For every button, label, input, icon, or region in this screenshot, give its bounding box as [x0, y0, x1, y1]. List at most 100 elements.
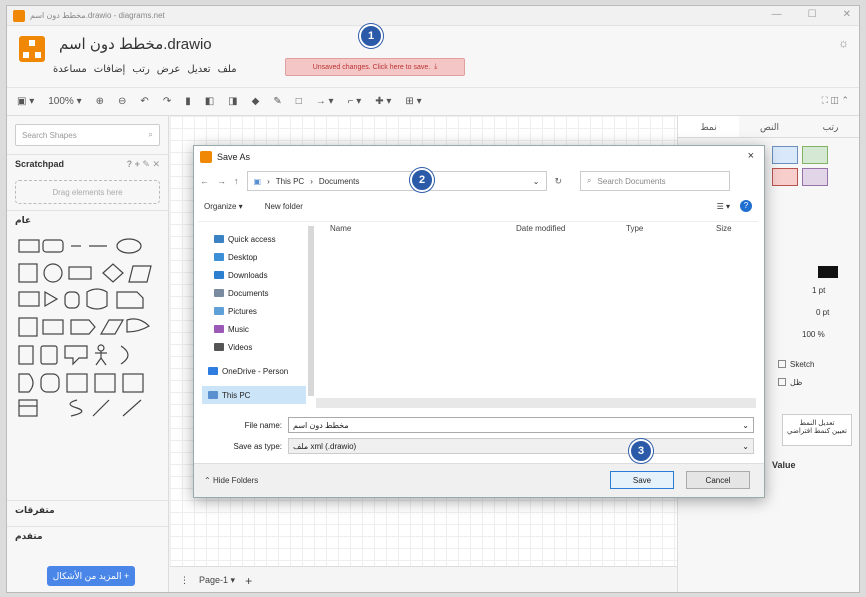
swatch-green[interactable] — [802, 146, 828, 164]
up-icon[interactable]: ↑ — [234, 176, 239, 186]
theme-icon[interactable]: ☼ — [838, 36, 849, 50]
insert-icon[interactable]: ✚ ▾ — [375, 96, 391, 107]
nav-downloads[interactable]: Downloads — [202, 266, 306, 284]
menu-file[interactable]: ملف — [218, 64, 237, 75]
line-color-swatch[interactable] — [818, 266, 838, 278]
panel-toggle-icon[interactable]: ▣ ▾ — [17, 96, 34, 107]
col-date-modified[interactable]: Date modified — [516, 224, 626, 233]
undo-icon[interactable]: ↶ — [140, 96, 148, 107]
redo-icon[interactable]: ↷ — [163, 96, 171, 107]
nav-videos[interactable]: Videos — [202, 338, 306, 356]
video-icon — [214, 343, 224, 351]
breadcrumb-documents[interactable]: Documents — [319, 177, 359, 186]
nav-desktop[interactable]: Desktop — [202, 248, 306, 266]
breadcrumb-this-pc[interactable]: This PC — [276, 177, 304, 186]
connection-icon[interactable]: → ▾ — [316, 96, 334, 107]
shadow-option[interactable]: ظل — [778, 378, 802, 387]
page-tab[interactable]: Page-1 ▾ — [199, 575, 235, 586]
chevron-down-icon[interactable]: ⌄ — [742, 421, 753, 430]
to-back-icon[interactable]: ◨ — [228, 96, 237, 107]
new-folder-button[interactable]: New folder — [265, 202, 303, 211]
chevron-down-icon[interactable]: ⌄ — [533, 177, 540, 186]
col-size[interactable]: Size — [716, 224, 756, 233]
opacity-field[interactable]: 100 % — [802, 330, 825, 339]
swatch-red[interactable] — [772, 168, 798, 186]
nav-music[interactable]: Music — [202, 320, 306, 338]
shadow-icon[interactable]: □ — [296, 96, 302, 107]
scratchpad-dropzone[interactable]: Drag elements here — [15, 180, 160, 204]
address-bar[interactable]: ▣ › This PC › Documents ⌄ — [246, 171, 547, 191]
swatch-blue[interactable] — [772, 146, 798, 164]
misc-section[interactable]: متفرقات — [7, 500, 168, 520]
menu-edit[interactable]: تعديل — [187, 64, 210, 75]
help-icon[interactable]: ? — [740, 200, 752, 212]
back-icon[interactable]: ← — [200, 176, 209, 186]
save-type-label: Save as type: — [233, 441, 282, 451]
unsaved-changes-button[interactable]: Unsaved changes. Click here to save. ⤓ — [285, 58, 465, 76]
menu-extras[interactable]: إضافات — [94, 64, 126, 75]
zoom-select[interactable]: 100% ▾ — [48, 96, 81, 107]
zoom-in-icon[interactable]: ⊕ — [96, 96, 104, 107]
sketch-checkbox[interactable] — [778, 360, 786, 368]
cancel-button[interactable]: Cancel — [686, 471, 750, 489]
pages-menu-icon[interactable]: ⋮ — [180, 575, 189, 586]
close-window-icon[interactable]: ✕ — [843, 9, 851, 20]
add-page-icon[interactable]: + — [245, 574, 252, 588]
more-shapes-button[interactable]: المزيد من الأشكال + — [47, 566, 135, 586]
search-documents-input[interactable]: ⌕ Search Documents — [580, 171, 731, 191]
scratchpad-actions[interactable]: ? + ✎ ✕ — [127, 159, 160, 170]
organize-button[interactable]: Organize ▾ — [204, 202, 243, 211]
line-width-field[interactable]: 1 pt — [812, 286, 825, 295]
tab-arrange[interactable]: رتب — [800, 116, 859, 137]
shape-palette[interactable] — [7, 230, 168, 440]
document-title[interactable]: مخطط دون اسم.drawio — [59, 35, 212, 53]
file-name-input[interactable]: مخطط دون اسم ⌄ — [288, 417, 754, 433]
save-button[interactable]: Save — [610, 471, 674, 489]
table-icon[interactable]: ⊞ ▾ — [405, 96, 421, 107]
menu-help[interactable]: مساعدة — [53, 64, 87, 75]
horizontal-scrollbar[interactable] — [316, 398, 756, 408]
nav-quick-access[interactable]: Quick access — [202, 230, 306, 248]
line-color-icon[interactable]: ✎ — [273, 96, 281, 107]
col-type[interactable]: Type — [626, 224, 716, 233]
fullscreen-icon[interactable]: ⛶ — [822, 95, 828, 105]
nav-onedrive[interactable]: OneDrive - Person — [202, 362, 306, 380]
minimize-icon[interactable]: — — [772, 9, 782, 20]
scratchpad-section[interactable]: Scratchpad ? + ✎ ✕ — [7, 154, 168, 174]
close-icon[interactable]: × — [748, 150, 754, 162]
chevron-down-icon[interactable]: ⌄ — [742, 442, 753, 451]
nav-documents[interactable]: Documents — [202, 284, 306, 302]
maximize-icon[interactable]: ☐ — [808, 9, 817, 20]
file-name-value: مخطط دون اسم — [293, 420, 349, 430]
shadow-checkbox[interactable] — [778, 378, 786, 386]
to-front-icon[interactable]: ◧ — [205, 96, 214, 107]
menu-view[interactable]: عرض — [157, 64, 181, 75]
shape-grid[interactable] — [17, 234, 157, 434]
spacing-field[interactable]: 0 pt — [816, 308, 829, 317]
hide-folders-button[interactable]: ⌃ Hide Folders — [204, 476, 258, 485]
advanced-section[interactable]: متقدم — [7, 526, 168, 546]
style-swatches[interactable] — [772, 146, 852, 186]
save-type-select[interactable]: ملف xml (.drawio) ⌄ — [288, 438, 754, 454]
search-shapes-input[interactable]: Search Shapes ⌕ — [15, 124, 160, 146]
swatch-purple[interactable] — [802, 168, 828, 186]
delete-icon[interactable]: ▮ — [185, 96, 191, 107]
nav-scrollbar[interactable] — [308, 226, 314, 396]
fill-color-icon[interactable]: ◆ — [252, 96, 260, 107]
format-panel-icon[interactable]: ◫ — [830, 95, 839, 105]
nav-pictures[interactable]: Pictures — [202, 302, 306, 320]
waypoints-icon[interactable]: ⌐ ▾ — [348, 96, 362, 107]
collapse-icon[interactable]: ⌃ — [841, 95, 849, 105]
sketch-option[interactable]: Sketch — [778, 360, 814, 369]
general-section[interactable]: عام — [7, 210, 168, 230]
nav-this-pc[interactable]: This PC — [202, 386, 306, 404]
col-name[interactable]: Name — [316, 224, 516, 233]
edit-style-button[interactable]: تعديل النمط تعيين كنمط افتراضي — [782, 414, 852, 446]
zoom-out-icon[interactable]: ⊖ — [118, 96, 126, 107]
menu-arrange[interactable]: رتب — [132, 64, 149, 75]
refresh-icon[interactable]: ↻ — [555, 176, 563, 187]
tab-style[interactable]: نمط — [678, 116, 739, 137]
tab-text[interactable]: النص — [739, 116, 800, 137]
forward-icon[interactable]: → — [217, 176, 226, 186]
view-options-icon[interactable]: ☰ ▾ — [717, 202, 730, 211]
